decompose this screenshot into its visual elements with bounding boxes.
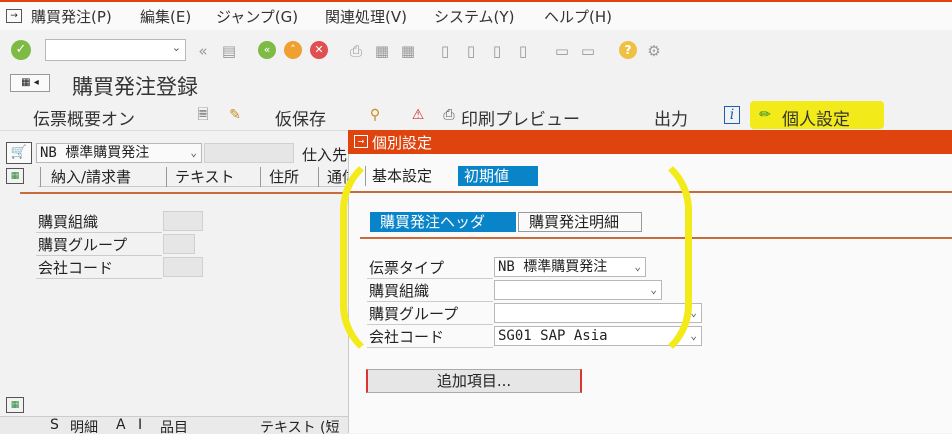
find-icon[interactable]: ▦ xyxy=(373,42,391,60)
back-disabled-icon: « xyxy=(198,42,208,60)
header-divider xyxy=(20,192,348,194)
header-tab-strip: 納入/請求書 テキスト 住所 通信 xyxy=(38,167,348,187)
purchasing-org-field[interactable] xyxy=(163,211,203,231)
messages-icon[interactable]: ⚠ xyxy=(409,106,427,124)
other-document-icon[interactable]: ✎ xyxy=(226,106,244,124)
menu-system[interactable]: システム(Y) xyxy=(434,6,514,27)
menu-purchase-order[interactable]: 購買発注(P) xyxy=(31,6,112,27)
company-code-label: 会社コード xyxy=(38,259,114,277)
help-icon[interactable]: ? xyxy=(619,41,637,59)
find-next-icon[interactable]: ▦ xyxy=(399,42,417,60)
col-item-category[interactable]: I xyxy=(138,417,142,433)
screen-menu-icon[interactable]: ▦ ◂ xyxy=(10,74,50,92)
col-status[interactable]: S xyxy=(50,417,59,433)
tab-delivery-invoice[interactable]: 納入/請求書 xyxy=(40,167,131,187)
personal-settings-icon[interactable]: ✏ xyxy=(756,106,774,124)
col-short-text[interactable]: テキスト (短 xyxy=(260,417,340,434)
tab-texts[interactable]: テキスト xyxy=(166,167,235,187)
document-overview-button[interactable]: 伝票概要オン xyxy=(33,105,135,130)
item-table-header: S 明細 A I 品目 テキスト (短 xyxy=(0,416,348,434)
back-icon[interactable]: « xyxy=(258,41,276,59)
command-field[interactable]: ⌄ xyxy=(45,39,186,61)
output-button[interactable]: 出力 xyxy=(654,105,688,130)
more-fields-button[interactable]: 追加項目... xyxy=(366,369,582,393)
previous-page-icon[interactable]: ▯ xyxy=(462,42,480,60)
col-material[interactable]: 品目 xyxy=(160,417,188,434)
hold-button[interactable]: 仮保存 xyxy=(275,105,326,130)
new-session-icon[interactable]: ▭ xyxy=(553,42,571,60)
highlight-annotation xyxy=(340,150,692,365)
tab-communication[interactable]: 通信 xyxy=(318,167,348,187)
company-code-field[interactable] xyxy=(163,257,203,277)
page-title: 購買発注登録 xyxy=(72,75,198,99)
menu-help[interactable]: ヘルプ(H) xyxy=(544,6,612,27)
chevron-down-icon: ⌄ xyxy=(690,329,697,342)
cart-icon[interactable]: 🛒 xyxy=(6,142,32,164)
create-document-icon[interactable]: 🗏 xyxy=(194,106,212,124)
chevron-down-icon: ⌄ xyxy=(171,41,181,54)
exit-icon[interactable]: ˄ xyxy=(284,41,302,59)
menu-goto[interactable]: ジャンプ(G) xyxy=(216,6,298,27)
menu-bar: → 購買発注(P) 編集(E) ジャンプ(G) 関連処理(V) システム(Y) … xyxy=(0,0,952,30)
purchasing-org-label: 購買組織 xyxy=(38,213,99,231)
menu-icon[interactable]: → xyxy=(6,9,22,23)
purchasing-group-field[interactable] xyxy=(163,234,195,254)
vendor-label: 仕入先 xyxy=(302,146,348,164)
po-number-field[interactable] xyxy=(204,143,294,163)
standard-toolbar: ✓ ⌄ « ▤ « ˄ ✕ ⎙ ▦ ▦ ▯ ▯ ▯ ▯ ▭ ▭ ? ⚙ xyxy=(0,30,952,71)
print-preview-icon[interactable]: ⎙ xyxy=(440,106,458,124)
document-type-select[interactable]: NB 標準購買発注 ⌄ xyxy=(36,143,202,163)
divider xyxy=(36,278,162,279)
divider xyxy=(36,232,162,233)
info-icon[interactable]: i xyxy=(724,106,740,124)
chevron-down-icon: ⌄ xyxy=(190,146,197,159)
col-account-assignment[interactable]: A xyxy=(116,417,126,433)
dialog-menu-icon[interactable]: → xyxy=(354,135,368,148)
tab-address[interactable]: 住所 xyxy=(260,167,299,187)
cancel-icon[interactable]: ✕ xyxy=(310,41,328,59)
title-bar: ▦ ◂ 購買発注登録 xyxy=(0,70,952,100)
print-icon[interactable]: ⎙ xyxy=(347,42,365,60)
expand-header-icon[interactable]: ▦ xyxy=(6,168,24,184)
menu-edit[interactable]: 編集(E) xyxy=(140,6,191,27)
enter-icon[interactable]: ✓ xyxy=(11,40,31,60)
application-toolbar: 伝票概要オン 🗏 ✎ 仮保存 ⚲ ⚠ ⎙ 印刷プレビュー 出力 i ✏ 個人設定 xyxy=(0,100,952,131)
menu-environment[interactable]: 関連処理(V) xyxy=(325,6,407,27)
save-icon[interactable]: ▤ xyxy=(220,42,238,60)
personal-settings-button[interactable]: 個人設定 xyxy=(782,105,850,130)
settings-gear-icon[interactable]: ⚙ xyxy=(645,42,663,60)
shortcut-icon[interactable]: ▭ xyxy=(579,42,597,60)
divider xyxy=(36,255,162,256)
purchasing-group-label: 購買グループ xyxy=(38,236,128,254)
last-page-icon[interactable]: ▯ xyxy=(514,42,532,60)
col-item[interactable]: 明細 xyxy=(70,417,98,434)
next-page-icon[interactable]: ▯ xyxy=(488,42,506,60)
check-icon[interactable]: ⚲ xyxy=(366,106,384,124)
first-page-icon[interactable]: ▯ xyxy=(436,42,454,60)
expand-items-icon[interactable]: ▦ xyxy=(6,397,24,413)
print-preview-button[interactable]: 印刷プレビュー xyxy=(461,105,580,130)
